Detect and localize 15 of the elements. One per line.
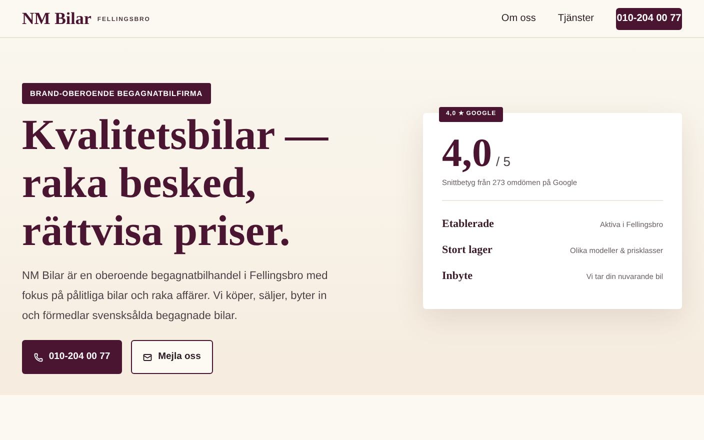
phone-icon — [34, 352, 43, 362]
fact-label: Etablerade — [442, 217, 494, 232]
nav-link[interactable]: Tjänster — [558, 11, 594, 26]
rating-scale: / 5 — [496, 153, 510, 171]
mail-icon — [143, 352, 152, 362]
hero-description: NM Bilar är en oberoende begagnatbilhandel i Fellingsbro med fokus på pålitliga bilar och raka affärer. Vi köper, säljer, byter in och förmedlar svensksålda begagnade bilar. — [22, 269, 329, 324]
nav-link[interactable]: Om oss — [501, 11, 536, 26]
fact-label: Stort lager — [442, 243, 492, 258]
brand-name[interactable]: NM Bilar — [22, 6, 92, 32]
fact-label: Inbyte — [442, 269, 473, 284]
call-button[interactable]: 010-204 00 77 — [22, 340, 122, 374]
email-button[interactable]: Mejla oss — [131, 340, 213, 374]
phone-button[interactable]: 010-204 00 77 — [616, 8, 682, 30]
headline: Kvalitetsbilar — raka besked, rättvisa priser. — [22, 112, 330, 256]
rating-score: 4,0 — [442, 133, 492, 173]
